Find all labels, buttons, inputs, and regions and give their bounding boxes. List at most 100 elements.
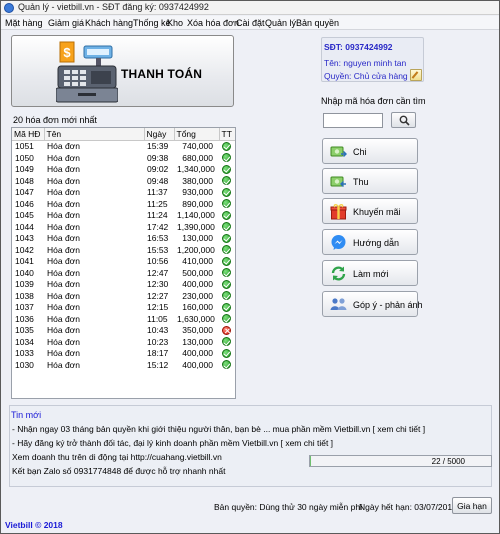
invoice-id: 1039 <box>15 279 34 289</box>
table-row[interactable]: 1039 Hóa đơn 12:30 400,000 <box>12 279 235 291</box>
table-row[interactable]: 1049 Hóa đơn 09:02 1,340,000 <box>12 164 235 176</box>
check-circle-icon <box>222 153 231 162</box>
col-header-status[interactable]: TT <box>219 128 235 141</box>
invoice-name: Hóa đơn <box>47 348 80 358</box>
invoice-name: Hóa đơn <box>47 290 80 301</box>
renew-button[interactable]: Gia hạn <box>452 497 492 514</box>
menu-item-7[interactable]: Quản lý <box>265 18 296 28</box>
invoice-time: 09:38 <box>147 152 169 163</box>
table-row[interactable]: 1034 Hóa đơn 10:23 130,000 <box>12 336 235 348</box>
svg-text:$: $ <box>63 45 71 60</box>
menu-item-3[interactable]: Thống kê <box>133 18 171 28</box>
invoice-status <box>219 210 235 222</box>
news-line-partner[interactable]: - Hãy đăng ký trở thành đối tác, đại lý … <box>12 438 333 448</box>
table-row[interactable]: 1051 Hóa đơn 15:39 740,000 <box>12 140 235 152</box>
brand-footer: Vietbill © 2018 <box>5 520 63 530</box>
lam-moi-button-label: Làm mới <box>353 269 389 279</box>
menu-item-8[interactable]: Bản quyền <box>296 18 339 28</box>
table-row[interactable]: 1041 Hóa đơn 10:56 410,000 <box>12 256 235 268</box>
table-row[interactable]: 1047 Hóa đơn 11:37 930,000 <box>12 187 235 199</box>
invoice-total: 230,000 <box>182 290 213 301</box>
menu-bar: Mặt hàng Giảm giá Khách hàng Thống kê Kho Xóa… <box>1 16 499 30</box>
usage-progress-text: 22 / 5000 <box>431 457 465 466</box>
invoice-search-input[interactable] <box>323 113 383 128</box>
huong-dan-button-label: Hướng dẫn <box>353 238 399 248</box>
search-label: Nhập mã hóa đơn cần tìm <box>321 96 426 106</box>
invoice-time: 12:30 <box>147 279 169 289</box>
invoice-table[interactable]: Mã HĐ Tên Ngày Tổng TT 1051 Hóa đơn 15:39 7… <box>11 127 236 399</box>
invoice-name: Hóa đơn <box>47 164 80 174</box>
edit-icon[interactable] <box>410 69 422 81</box>
money-in-icon <box>330 173 347 190</box>
menu-item-6[interactable]: Cài đặt <box>236 18 265 28</box>
user-phone: SĐT: 0937424992 <box>324 42 393 52</box>
menu-item-0[interactable]: Mặt hàng <box>5 18 43 28</box>
invoice-total: 380,000 <box>182 175 213 186</box>
user-info-panel: SĐT: 0937424992 Tên: nguyen minh tan Quy… <box>321 37 424 82</box>
thanh-toan-label: THANH TOÁN <box>121 67 203 81</box>
table-row[interactable]: 1038 Hóa đơn 12:27 230,000 <box>12 290 235 302</box>
invoice-time: 11:24 <box>147 210 168 220</box>
table-row[interactable]: 1033 Hóa đơn 18:17 400,000 <box>12 348 235 360</box>
invoice-name: Hóa đơn <box>47 313 80 324</box>
check-circle-icon <box>222 337 231 346</box>
check-circle-icon <box>222 187 231 197</box>
invoice-status <box>219 256 235 268</box>
check-circle-icon <box>222 199 231 208</box>
gop-y-button[interactable]: Góp ý - phản ánh <box>322 291 423 317</box>
menu-item-5[interactable]: Xóa hóa đơn <box>187 18 239 28</box>
invoice-time: 11:37 <box>147 187 168 197</box>
table-row[interactable]: 1040 Hóa đơn 12:47 500,000 <box>12 267 235 279</box>
lam-moi-button[interactable]: Làm mới <box>322 260 418 286</box>
invoice-status <box>219 164 235 176</box>
table-row[interactable]: 1036 Hóa đơn 11:05 1,630,000 <box>12 313 235 325</box>
invoice-id: 1049 <box>15 164 34 174</box>
invoice-total: 1,140,000 <box>177 210 215 220</box>
invoice-name: Hóa đơn <box>47 359 80 370</box>
table-row[interactable]: 1048 Hóa đơn 09:48 380,000 <box>12 175 235 187</box>
table-row[interactable]: 1042 Hóa đơn 15:53 1,200,000 <box>12 244 235 256</box>
invoice-total: 740,000 <box>182 141 213 151</box>
table-row[interactable]: 1045 Hóa đơn 11:24 1,140,000 <box>12 210 235 222</box>
news-line-referral[interactable]: - Nhận ngay 03 tháng bản quyền khi giới … <box>12 424 425 434</box>
table-row[interactable]: 1030 Hóa đơn 15:12 400,000 <box>12 359 235 371</box>
col-header-name[interactable]: Tên <box>44 128 145 141</box>
menu-item-4[interactable]: Kho <box>167 18 183 28</box>
invoice-status <box>219 267 235 279</box>
search-button[interactable] <box>391 112 416 128</box>
invoice-id: 1040 <box>15 267 34 278</box>
menu-item-2[interactable]: Khách hàng <box>85 18 133 28</box>
thanh-toan-button[interactable]: $ THANH TOÁN <box>11 35 234 107</box>
table-row[interactable]: 1035 Hóa đơn 10:43 350,000 <box>12 325 235 337</box>
table-row[interactable]: 1037 Hóa đơn 12:15 160,000 <box>12 302 235 314</box>
invoice-total: 1,200,000 <box>177 244 215 255</box>
invoice-name: Hóa đơn <box>47 210 80 220</box>
invoice-id: 1043 <box>15 233 34 243</box>
table-row[interactable]: 1043 Hóa đơn 16:53 130,000 <box>12 233 235 245</box>
invoice-id: 1045 <box>15 210 34 220</box>
invoice-id: 1035 <box>15 325 34 335</box>
invoice-id: 1051 <box>15 141 34 151</box>
table-row[interactable]: 1050 Hóa đơn 09:38 680,000 <box>12 152 235 164</box>
news-line-mobile[interactable]: Xem doanh thu trên di động tại http://cu… <box>12 452 222 462</box>
user-name: Tên: nguyen minh tan <box>324 58 407 68</box>
col-header-total[interactable]: Tổng <box>174 128 220 141</box>
table-row[interactable]: 1044 Hóa đơn 17:42 1,390,000 <box>12 221 235 233</box>
invoice-name: Hóa đơn <box>47 279 80 289</box>
thu-button[interactable]: Thu <box>322 168 418 194</box>
invoice-time: 09:02 <box>147 164 169 174</box>
khuyen-mai-button[interactable]: Khuyến mãi <box>322 198 418 224</box>
menu-item-1[interactable]: Giảm giá <box>48 18 84 28</box>
invoice-status <box>219 290 235 302</box>
huong-dan-button[interactable]: Hướng dẫn <box>322 229 418 255</box>
invoice-time: 12:47 <box>147 267 169 278</box>
col-header-id[interactable]: Mã HĐ <box>12 128 45 141</box>
invoice-id: 1033 <box>15 348 34 358</box>
invoice-total: 500,000 <box>182 267 213 278</box>
check-circle-icon <box>222 141 231 151</box>
col-header-date[interactable]: Ngày <box>144 128 175 141</box>
table-row[interactable]: 1046 Hóa đơn 11:25 890,000 <box>12 198 235 210</box>
chi-button[interactable]: Chi <box>322 138 418 164</box>
khuyen-mai-button-label: Khuyến mãi <box>353 207 401 217</box>
invoice-total: 890,000 <box>182 198 213 209</box>
